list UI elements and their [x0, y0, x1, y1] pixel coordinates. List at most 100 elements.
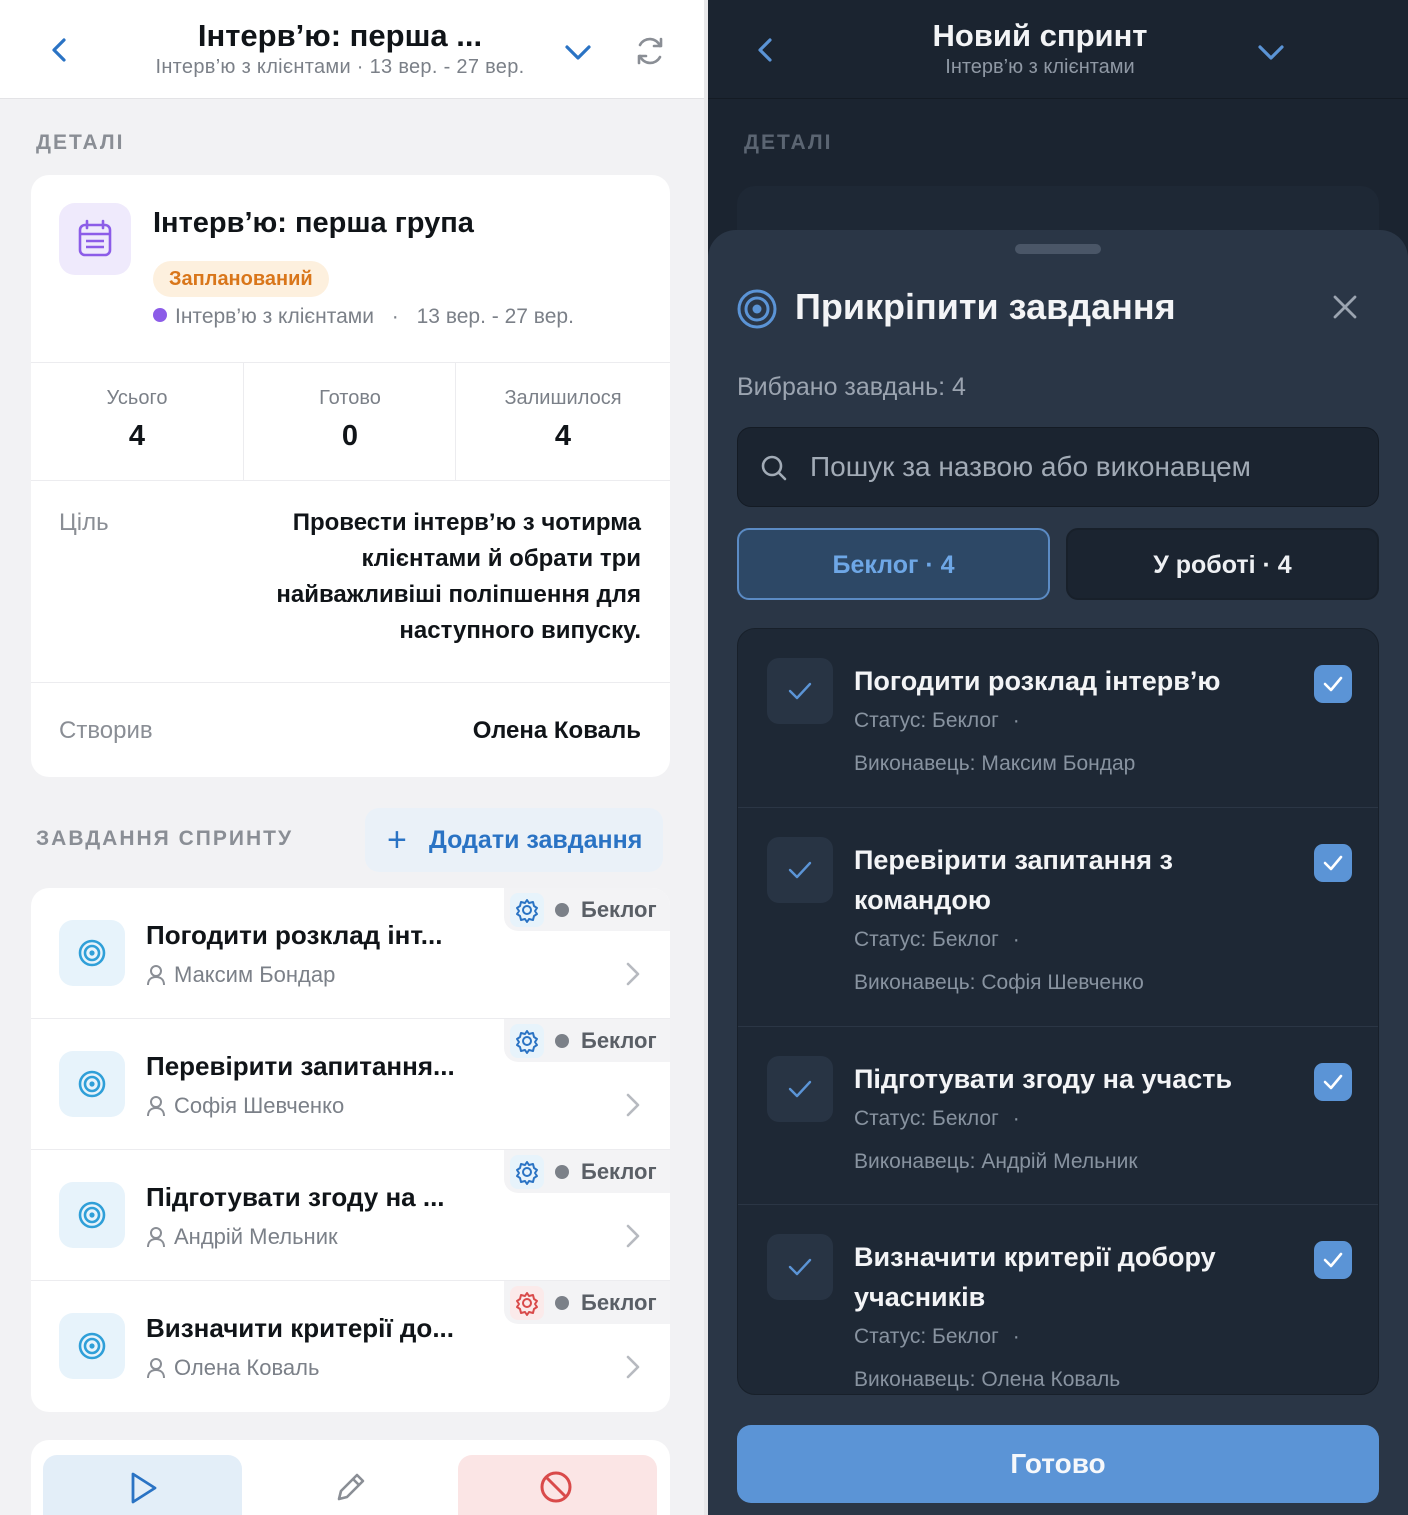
- sprint-meta: Інтерв’ю з клієнтами · 13 вер. - 27 вер.: [153, 305, 574, 329]
- search-field[interactable]: [737, 427, 1379, 507]
- task-status: Статус: Беклог ·: [854, 709, 1020, 733]
- list-item[interactable]: Визначити критерії добору учасників Стат…: [738, 1205, 1378, 1394]
- list-item[interactable]: Перевірити запитання з командою Статус: …: [738, 808, 1378, 1027]
- status-separator: ·: [1012, 709, 1020, 732]
- drag-handle[interactable]: [1015, 244, 1101, 254]
- refresh-icon[interactable]: [632, 33, 668, 69]
- task-status: Статус: Беклог ·: [854, 1107, 1020, 1131]
- status-separator: ·: [1012, 1107, 1020, 1130]
- user-icon: [147, 1096, 165, 1117]
- selection-checkbox[interactable]: [1314, 1063, 1352, 1101]
- divider: [31, 682, 670, 683]
- action-bar: [31, 1440, 670, 1515]
- chevron-right-icon: [626, 1093, 640, 1117]
- meta-separator: ·: [391, 305, 399, 328]
- list-item[interactable]: Підготувати згоду на участь Статус: Бекл…: [738, 1027, 1378, 1205]
- chevron-down-icon[interactable]: [1255, 36, 1287, 68]
- stat-value: 4: [554, 420, 572, 452]
- task-assignee: Виконавець: Андрій Мельник: [854, 1150, 1138, 1173]
- task-selection-list: Погодити розклад інтерв’ю Статус: Беклог…: [737, 628, 1379, 1395]
- play-icon: [131, 1472, 157, 1504]
- status-text: Статус: Беклог: [854, 1325, 999, 1348]
- selection-checkbox[interactable]: [1314, 665, 1352, 703]
- selected-count: Вибрано завдань: 4: [737, 373, 966, 401]
- status-text: Статус: Беклог: [854, 1107, 999, 1130]
- status-label: Беклог: [581, 1028, 657, 1053]
- status-dot: [555, 1296, 569, 1310]
- task-name: Підготувати згоду на участь: [854, 1064, 1233, 1094]
- selection-checkbox[interactable]: [1314, 1241, 1352, 1279]
- header: Новий спринт Інтерв’ю з клієнтами: [708, 0, 1408, 99]
- status-label: Беклог: [581, 897, 657, 922]
- status-text: Статус: Беклог: [854, 709, 999, 732]
- start-sprint-button[interactable]: [43, 1455, 242, 1515]
- stat-label: Готово: [319, 387, 381, 409]
- tab-in-progress[interactable]: У роботі · 4: [1066, 528, 1379, 600]
- cancel-sprint-button[interactable]: [458, 1455, 657, 1515]
- list-item[interactable]: Погодити розклад інтерв’ю Статус: Беклог…: [738, 629, 1378, 808]
- add-task-button[interactable]: + Додати завдання: [365, 808, 663, 872]
- status-dot: [555, 903, 569, 917]
- divider: [31, 480, 670, 481]
- task-check-icon: [767, 1234, 833, 1300]
- task-status-tag: Беклог: [504, 888, 670, 931]
- status-badge: Запланований: [153, 261, 329, 297]
- gear-icon: [510, 1286, 544, 1320]
- chevron-down-icon[interactable]: [562, 36, 594, 68]
- project-color-dot: [153, 308, 167, 322]
- task-name: Перевірити запитання з командою: [854, 845, 1173, 915]
- target-icon: [59, 1313, 125, 1379]
- task-assignee: Виконавець: Олена Коваль: [854, 1368, 1121, 1391]
- done-button[interactable]: Готово: [737, 1425, 1379, 1503]
- attach-tasks-sheet: Прикріпити завдання Вибрано завдань: 4 Б…: [708, 230, 1408, 1515]
- gear-icon: [510, 1024, 544, 1058]
- stat-remaining: Залишилося 4: [457, 363, 669, 453]
- task-status: Статус: Беклог ·: [854, 928, 1020, 952]
- details-section-label: ДЕТАЛІ: [36, 131, 125, 154]
- task-row[interactable]: Підготувати згоду на ... Андрій Мельник …: [31, 1150, 670, 1281]
- user-icon: [147, 1227, 165, 1248]
- task-status-tag: Беклог: [504, 1019, 670, 1062]
- chevron-right-icon: [626, 962, 640, 986]
- prohibited-icon: [540, 1471, 572, 1503]
- assignee-name: Олена Коваль: [174, 1355, 320, 1380]
- divider: [455, 363, 456, 480]
- target-icon: [737, 289, 777, 329]
- task-status-tag: Беклог: [504, 1150, 670, 1193]
- chevron-right-icon: [626, 1224, 640, 1248]
- gear-icon: [510, 1155, 544, 1189]
- goal-label: Ціль: [59, 509, 109, 536]
- task-row[interactable]: Перевірити запитання... Софія Шевченко Б…: [31, 1019, 670, 1150]
- assignee-name: Андрій Мельник: [174, 1224, 338, 1249]
- stat-label: Залишилося: [504, 387, 622, 409]
- sprint-name: Інтерв’ю: перша група: [153, 207, 474, 239]
- task-assignee: Виконавець: Максим Бондар: [854, 752, 1136, 775]
- sheet-title: Прикріпити завдання: [795, 286, 1176, 327]
- edit-sprint-button[interactable]: [251, 1455, 450, 1515]
- task-name: Перевірити запитання...: [146, 1051, 455, 1081]
- selection-checkbox[interactable]: [1314, 844, 1352, 882]
- task-row[interactable]: Погодити розклад інт... Максим Бондар Бе…: [31, 888, 670, 1019]
- search-input[interactable]: [810, 428, 1360, 506]
- task-name: Підготувати згоду на ...: [146, 1182, 445, 1212]
- task-check-icon: [767, 658, 833, 724]
- stat-done: Готово 0: [244, 363, 456, 453]
- tab-backlog[interactable]: Беклог · 4: [737, 528, 1050, 600]
- user-icon: [147, 1358, 165, 1379]
- new-sprint-screen: Новий спринт Інтерв’ю з клієнтами ДЕТАЛІ…: [708, 0, 1408, 1515]
- task-assignee: Олена Коваль: [146, 1355, 319, 1381]
- sprint-details-card: Інтерв’ю: перша група Запланований Інтер…: [31, 175, 670, 777]
- header: Інтерв’ю: перша ... Інтерв’ю з клієнтами…: [0, 0, 704, 99]
- task-row[interactable]: Визначити критерії до... Олена Коваль Бе…: [31, 1281, 670, 1412]
- creator-name: Олена Коваль: [472, 717, 641, 744]
- target-icon: [59, 1182, 125, 1248]
- tasks-section-label: ЗАВДАННЯ СПРИНТУ: [36, 827, 294, 850]
- close-icon[interactable]: [1330, 292, 1360, 322]
- status-label: Беклог: [581, 1290, 657, 1315]
- task-status-tag: Беклог: [504, 1281, 670, 1324]
- stat-value: 4: [128, 420, 146, 452]
- status-text: Статус: Беклог: [854, 928, 999, 951]
- task-name: Погодити розклад інт...: [146, 920, 443, 950]
- sprint-task-list: Погодити розклад інт... Максим Бондар Бе…: [31, 888, 670, 1412]
- status-separator: ·: [1012, 928, 1020, 951]
